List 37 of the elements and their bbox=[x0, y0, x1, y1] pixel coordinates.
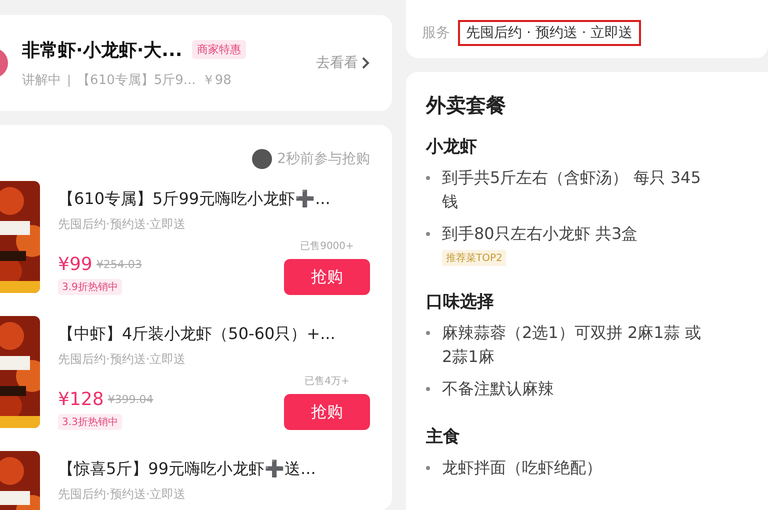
live-price: ￥98 bbox=[202, 72, 232, 88]
section-heading: 小龙虾 bbox=[426, 136, 478, 158]
discount-tag: 3.9折热销中 bbox=[58, 279, 122, 295]
service-tags: 先囤后约·预约送·立即送 bbox=[58, 351, 370, 368]
separator: | bbox=[67, 72, 72, 86]
menu-title: 外卖套餐 bbox=[426, 92, 507, 119]
service-tags: 先囤后约·预约送·立即送 bbox=[58, 216, 370, 233]
service-tags: 先囤后约·预约送·立即送 bbox=[58, 486, 370, 503]
live-product: 【610专属】5斤9... bbox=[77, 72, 196, 88]
avatar bbox=[252, 149, 272, 169]
section-heading: 主食 bbox=[426, 426, 461, 448]
buy-button[interactable]: 抢购 bbox=[284, 394, 370, 430]
sold-count: 已售9000+ bbox=[300, 240, 354, 253]
service-value: 先囤后约 · 预约送 · 立即送 bbox=[458, 20, 641, 46]
bullet-icon bbox=[426, 176, 430, 180]
product-title[interactable]: 【610专属】5斤99元嗨吃小龙虾➕... bbox=[58, 189, 370, 210]
price: ¥99 bbox=[58, 254, 92, 275]
promo-badge: 商家特惠 bbox=[192, 40, 246, 59]
bullet-icon bbox=[426, 466, 430, 470]
discount-tag: 3.3折热销中 bbox=[58, 414, 122, 430]
product-title[interactable]: 【中虾】4斤装小龙虾（50-60只）+... bbox=[58, 324, 370, 345]
sold-count: 已售4万+ bbox=[304, 375, 350, 388]
shop-title: 非常虾·小龙虾·大... bbox=[22, 38, 182, 62]
buy-button[interactable]: 抢购 bbox=[284, 259, 370, 295]
bullet-icon bbox=[426, 331, 430, 335]
bullet-icon bbox=[426, 387, 430, 391]
service-label: 服务 bbox=[422, 24, 450, 42]
bullet-icon bbox=[426, 232, 430, 236]
product-title[interactable]: 【惊喜5斤】99元嗨吃小龙虾➕送... bbox=[58, 459, 370, 480]
rank-tag: 推荐菜TOP2 bbox=[442, 250, 506, 266]
recent-activity: 2秒前参与抢购 bbox=[277, 150, 370, 168]
price: ¥128 bbox=[58, 389, 104, 410]
chevron-icon bbox=[362, 57, 370, 69]
original-price: ¥399.04 bbox=[108, 393, 154, 406]
live-status: 讲解中 bbox=[22, 72, 61, 88]
section-heading: 口味选择 bbox=[426, 291, 495, 313]
original-price: ¥254.03 bbox=[96, 258, 142, 271]
